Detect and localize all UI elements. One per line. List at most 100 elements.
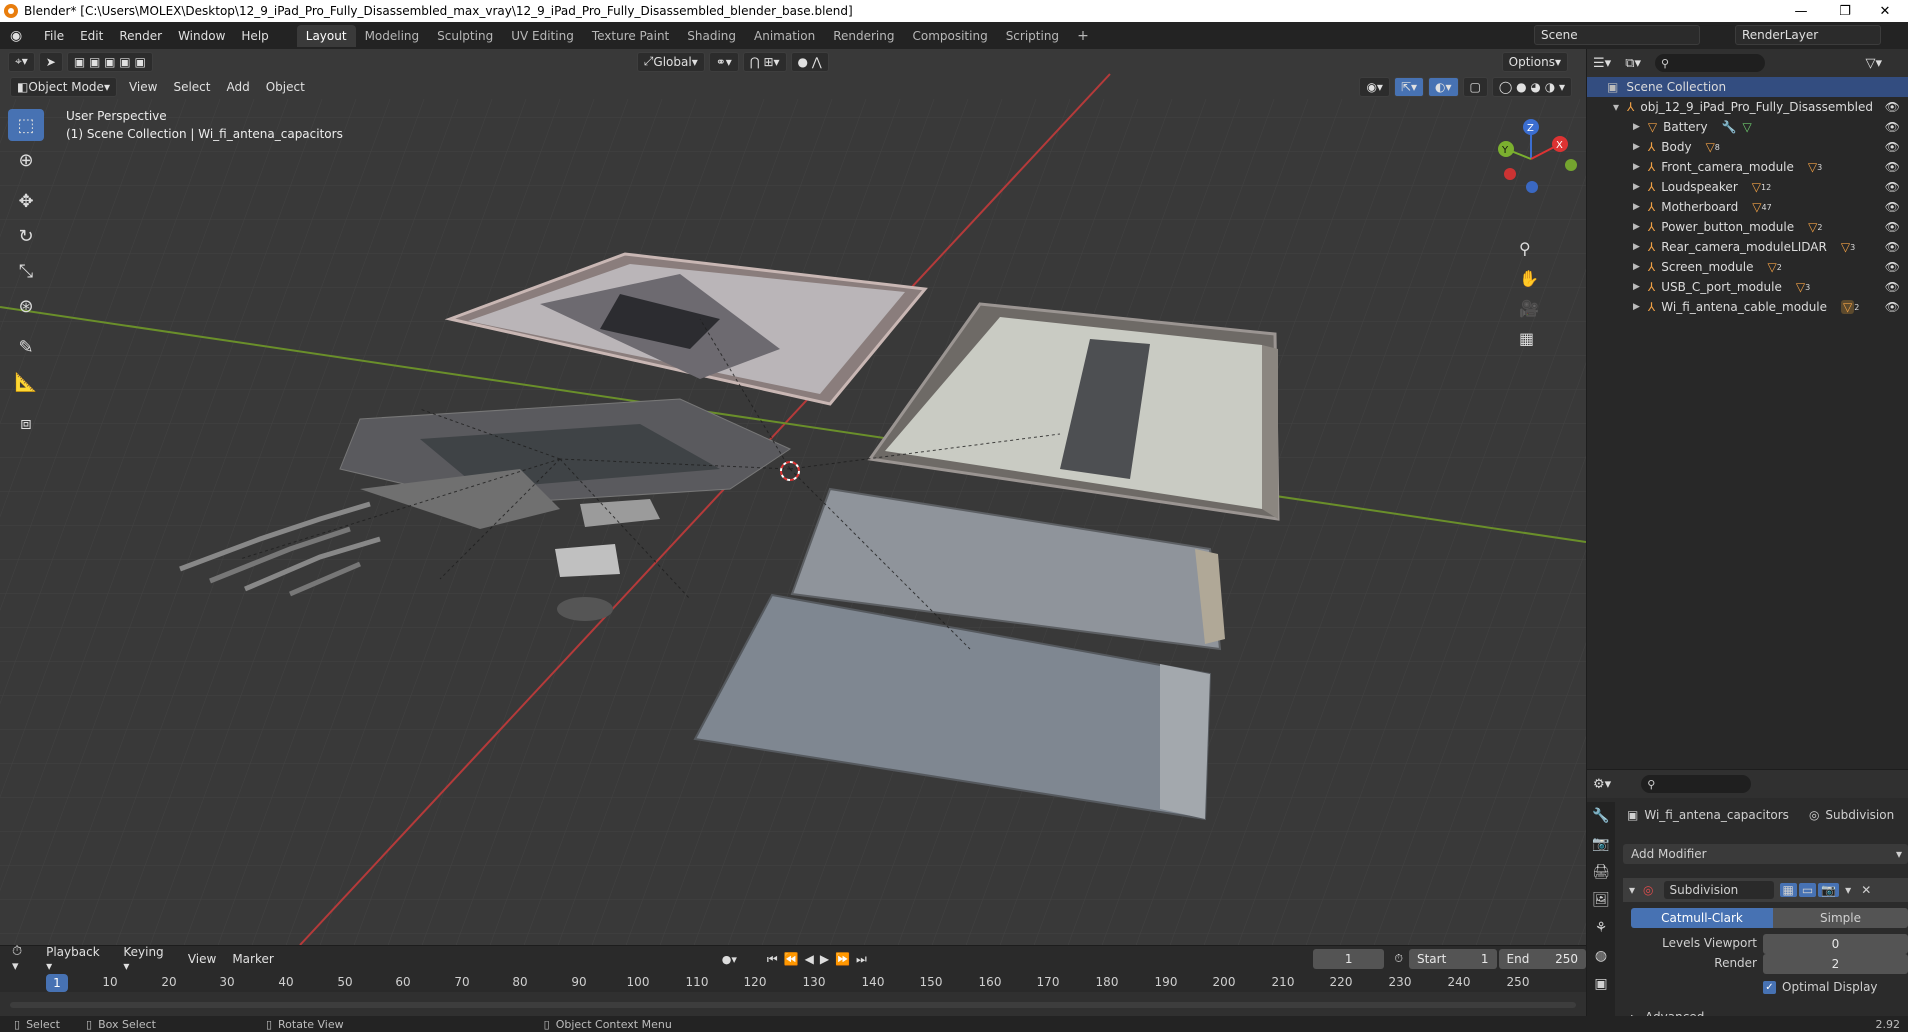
transform-orientation-dropdown[interactable]: ⤢ Global ▾ (636, 51, 705, 72)
add-modifier-dropdown[interactable]: Add Modifier ▾ (1623, 844, 1908, 864)
blender-menu-icon[interactable]: ◉ (10, 28, 32, 44)
tab-scripting[interactable]: Scripting (997, 25, 1068, 47)
measure-tool[interactable]: 📐 (8, 366, 44, 398)
timeline-menu-playback[interactable]: Playback ▾ (38, 945, 115, 973)
collapse-chevron-icon[interactable]: ▾ (1629, 883, 1635, 897)
xray-toggle[interactable]: ▢ (1462, 76, 1488, 97)
tab-texture-paint[interactable]: Texture Paint (583, 25, 678, 47)
tab-layout[interactable]: Layout (296, 24, 356, 47)
expand-chevron-icon[interactable]: ▶ (1633, 262, 1640, 272)
scale-tool[interactable]: ⤡ (8, 255, 44, 287)
render-toggle-icon[interactable]: 📷 (1818, 883, 1840, 897)
tool-tab-icon[interactable]: 🔧 (1587, 802, 1615, 830)
select-tool-button[interactable]: ➤ (38, 51, 63, 72)
timeline-menu-marker[interactable]: Marker (224, 952, 281, 966)
add-cube-tool[interactable]: ⧈ (8, 407, 44, 439)
edit-mode-toggle-icon[interactable]: ▦ (1779, 883, 1797, 897)
menu-help[interactable]: Help (233, 29, 276, 43)
render-layer-selector[interactable]: RenderLayer (1735, 25, 1881, 45)
filter-icon[interactable]: ▽▾ (1865, 56, 1882, 71)
frame-ruler[interactable]: 1 10 20 30 40 50 60 70 80 90 100 110 120… (0, 972, 1586, 992)
outliner-item-wifi-antenna[interactable]: ▶ ⅄ Wi_fi_antena_cable_module ▽ 2 👁 (1587, 297, 1908, 317)
editor-type-button[interactable]: ⌖▾ (8, 51, 35, 72)
properties-editor-icon[interactable]: ⚙▾ (1593, 777, 1611, 792)
proportional-edit-toggle[interactable]: ● ⋀ (790, 51, 829, 72)
properties-search-input[interactable]: ⚲ (1641, 775, 1752, 793)
tab-compositing[interactable]: Compositing (903, 25, 996, 47)
camera-view-icon[interactable]: 🎥 (1519, 299, 1539, 318)
start-frame-field[interactable]: Start 1 (1408, 949, 1497, 969)
rotate-tool[interactable]: ↻ (8, 220, 44, 252)
object-mode-dropdown[interactable]: ◧ Object Mode ▾ (10, 76, 117, 97)
eye-icon[interactable]: 👁 (1885, 140, 1900, 154)
menu-file[interactable]: File (36, 29, 72, 43)
eye-icon[interactable]: 👁 (1885, 100, 1900, 114)
outliner-item-screen-module[interactable]: ▶ ⅄ Screen_module ▽ 2 👁 (1587, 257, 1908, 277)
preview-range-icon[interactable]: ⏱ (1394, 952, 1403, 966)
expand-chevron-icon[interactable]: ▶ (1633, 142, 1640, 152)
timeline-scrollbar[interactable] (10, 1002, 1576, 1008)
pan-hand-icon[interactable]: ✋ (1519, 269, 1539, 288)
outliner-item-front-camera[interactable]: ▶ ⅄ Front_camera_module ▽ 3 👁 (1587, 157, 1908, 177)
current-frame-marker[interactable]: 1 (46, 974, 68, 992)
timeline-menu-view[interactable]: View (180, 952, 224, 966)
close-button[interactable]: ✕ (1862, 0, 1908, 22)
outliner-item-body[interactable]: ▶ ⅄ Body ▽ 8 👁 (1587, 137, 1908, 157)
eye-icon[interactable]: 👁 (1885, 180, 1900, 194)
gizmo-toggle[interactable]: ⇱▾ (1393, 76, 1425, 97)
expand-chevron-icon[interactable]: ▶ (1633, 122, 1640, 132)
object-tab-icon[interactable]: ▣ (1587, 970, 1615, 998)
add-workspace-icon[interactable]: + (1068, 24, 1098, 48)
select-box-tool[interactable]: ⬚ (8, 109, 44, 141)
expand-chevron-icon[interactable]: ▶ (1633, 222, 1640, 232)
display-mode-icon[interactable]: ⧉▾ (1625, 56, 1641, 71)
tab-uv-editing[interactable]: UV Editing (502, 25, 583, 47)
ortho-grid-icon[interactable]: ▦ (1519, 329, 1534, 348)
tab-sculpting[interactable]: Sculpting (428, 25, 502, 47)
annotate-tool[interactable]: ✎ (8, 331, 44, 363)
optimal-display-checkbox[interactable]: ✓ Optimal Display (1763, 980, 1878, 994)
shading-mode-buttons[interactable]: ◯ ● ◕ ◑ ▾ (1491, 76, 1572, 97)
catmull-clark-button[interactable]: Catmull-Clark (1631, 908, 1773, 928)
viewport-display-toggle-icon[interactable]: ▭ (1798, 883, 1817, 897)
tab-animation[interactable]: Animation (745, 25, 824, 47)
eye-icon[interactable]: 👁 (1885, 260, 1900, 274)
cursor-tool[interactable]: ⊕ (8, 144, 44, 176)
outliner-item-usb-c-port[interactable]: ▶ ⅄ USB_C_port_module ▽ 3 👁 (1587, 277, 1908, 297)
visibility-dropdown[interactable]: ◉▾ (1359, 76, 1390, 97)
outliner-search-input[interactable]: ⚲ (1655, 54, 1765, 72)
3d-viewport[interactable]: ⌖▾ ➤ ▣ ▣ ▣ ▣ ▣ ⤢ Global ▾ ⚭▾ ⋂ ⊞▾ ● ⋀ Op… (0, 49, 1586, 945)
modifier-name-field[interactable]: Subdivision (1663, 881, 1774, 899)
end-frame-field[interactable]: End 250 (1498, 949, 1587, 969)
tab-rendering[interactable]: Rendering (824, 25, 903, 47)
outliner-root-object[interactable]: ▾ ⅄ obj_12_9_iPad_Pro_Fully_Disassembled… (1587, 97, 1908, 117)
scene-selector[interactable]: Scene (1534, 25, 1700, 45)
eye-icon[interactable]: 👁 (1885, 160, 1900, 174)
expand-chevron-icon[interactable]: ▶ (1633, 282, 1640, 292)
output-tab-icon[interactable]: 🖨 (1587, 858, 1615, 886)
overlay-toggle[interactable]: ◐▾ (1428, 76, 1459, 97)
outliner-item-loudspeaker[interactable]: ▶ ⅄ Loudspeaker ▽ 12 👁 (1587, 177, 1908, 197)
navigation-gizmo[interactable]: Z X Y ⚲ ✋ 🎥 ▦ (1476, 109, 1586, 359)
remove-modifier-icon[interactable]: ✕ (1861, 883, 1871, 897)
outliner-editor-icon[interactable]: ☰▾ (1593, 56, 1611, 71)
menu-render[interactable]: Render (111, 29, 170, 43)
viewport-menu-view[interactable]: View (121, 80, 165, 94)
select-mode-buttons[interactable]: ▣ ▣ ▣ ▣ ▣ (66, 51, 153, 72)
expand-chevron-icon[interactable]: ▶ (1633, 242, 1640, 252)
viewport-menu-select[interactable]: Select (165, 80, 218, 94)
viewport-menu-add[interactable]: Add (218, 80, 257, 94)
menu-window[interactable]: Window (170, 29, 233, 43)
levels-viewport-field[interactable]: 0 (1763, 934, 1908, 954)
move-tool[interactable]: ✥ (8, 185, 44, 217)
scene-tab-icon[interactable]: ⚘ (1587, 914, 1615, 942)
tab-shading[interactable]: Shading (678, 25, 745, 47)
outliner-item-battery[interactable]: ▶ ▽ Battery 🔧 ▽ 👁 (1587, 117, 1908, 137)
expand-chevron-icon[interactable]: ▶ (1633, 202, 1640, 212)
eye-icon[interactable]: 👁 (1885, 220, 1900, 234)
render-tab-icon[interactable]: 📷 (1587, 830, 1615, 858)
timeline-editor-icon[interactable]: ⏱▾ (12, 944, 28, 974)
playback-controls-icon[interactable]: ⏮⏪◀▶⏩⏭ (767, 952, 873, 967)
expand-chevron-icon[interactable]: ▾ (1613, 100, 1619, 114)
outliner-item-rear-camera[interactable]: ▶ ⅄ Rear_camera_moduleLIDAR ▽ 3 👁 (1587, 237, 1908, 257)
